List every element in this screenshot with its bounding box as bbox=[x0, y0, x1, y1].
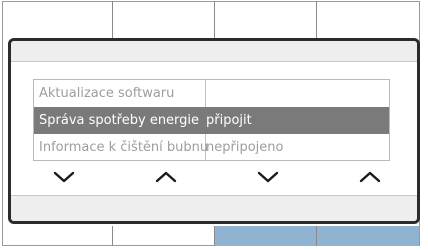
dialog-header bbox=[11, 41, 417, 62]
bottom-softkey-2[interactable] bbox=[113, 226, 214, 246]
bottom-softkey-divider bbox=[214, 226, 215, 246]
top-softkey-divider bbox=[214, 1, 215, 38]
bottom-softkey-1[interactable] bbox=[3, 226, 112, 246]
list-item-software-update[interactable]: Aktualizace softwaru bbox=[34, 80, 389, 107]
chevron-down-icon bbox=[257, 171, 279, 183]
list-item-value: připojit bbox=[206, 113, 252, 128]
top-softkey-divider bbox=[316, 1, 317, 38]
list-item-label: Informace k čištění bubnu bbox=[39, 140, 209, 155]
list-item-label: Aktualizace softwaru bbox=[39, 86, 175, 101]
bottom-softkey-3-active[interactable] bbox=[215, 226, 316, 246]
list-item-drum-cleaning-info[interactable]: Informace k čištění bubnu nepřipojeno bbox=[34, 134, 389, 161]
top-softkey-divider bbox=[112, 1, 113, 38]
bottom-softkey-divider bbox=[316, 226, 317, 246]
bottom-softkey-divider bbox=[112, 226, 113, 246]
list-item-energy-management-selected[interactable]: Správa spotřeby energie připojit bbox=[34, 107, 389, 134]
chevron-up-icon bbox=[359, 171, 381, 183]
chevron-up-icon bbox=[155, 171, 177, 183]
bottom-softkey-4-active[interactable] bbox=[317, 226, 419, 246]
list-item-label: Správa spotřeby energie bbox=[39, 113, 200, 128]
scroll-up-right-button[interactable] bbox=[353, 167, 387, 187]
list-item-value: nepřipojeno bbox=[206, 140, 284, 155]
scroll-down-left-button[interactable] bbox=[47, 167, 81, 187]
scroll-up-left-button[interactable] bbox=[149, 167, 183, 187]
chevron-down-icon bbox=[53, 171, 75, 183]
scroll-down-right-button[interactable] bbox=[251, 167, 285, 187]
appliance-display: Aktualizace softwaru Správa spotřeby ene… bbox=[0, 0, 428, 250]
settings-list: Aktualizace softwaru Správa spotřeby ene… bbox=[33, 79, 390, 161]
dialog-footer bbox=[11, 195, 417, 221]
settings-dialog: Aktualizace softwaru Správa spotřeby ene… bbox=[8, 38, 420, 224]
